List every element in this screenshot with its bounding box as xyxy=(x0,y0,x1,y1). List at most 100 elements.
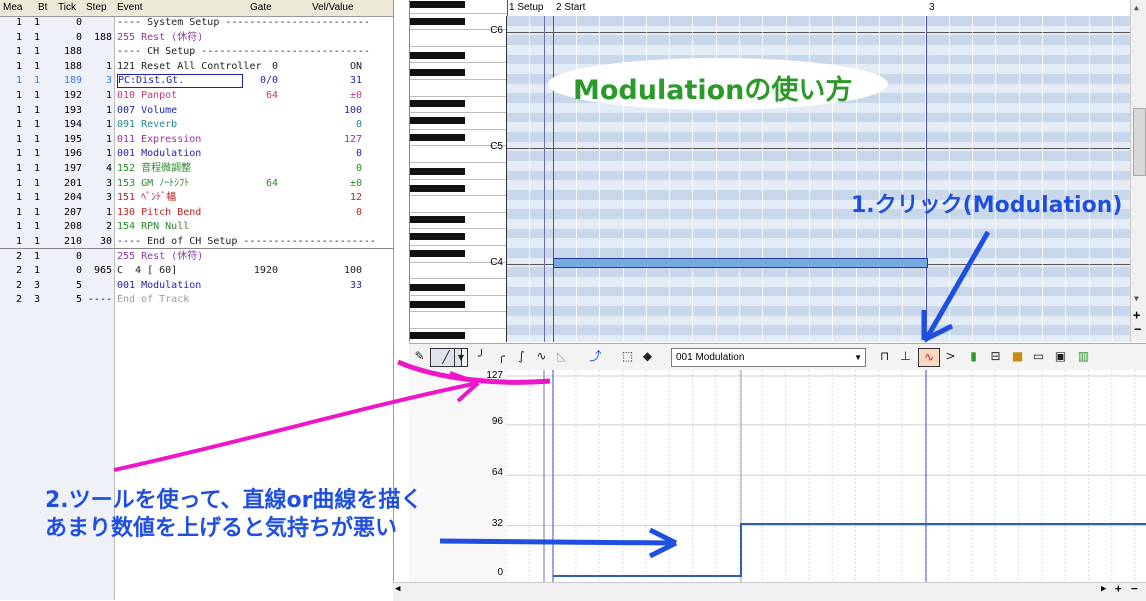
horizontal-scrollbar[interactable]: ◀ ▶ + − xyxy=(393,582,1146,601)
greater-icon[interactable]: > xyxy=(942,348,959,365)
gradient-icon[interactable]: ◺ xyxy=(553,348,570,365)
wave-panel-icon[interactable]: ▣ xyxy=(1052,348,1069,365)
meter-icon[interactable]: ▮ xyxy=(965,348,982,365)
black-key[interactable] xyxy=(410,284,465,291)
zoom-in-icon[interactable]: + xyxy=(1133,308,1140,322)
zoom-out-icon[interactable]: − xyxy=(1134,322,1141,336)
level-icon[interactable]: ▥ xyxy=(1075,348,1092,365)
event-cell-vel: 100 xyxy=(343,265,362,277)
event-cell-bt: 1 xyxy=(33,163,40,174)
measure-separator xyxy=(0,248,393,249)
grid-icon[interactable]: ⊟ xyxy=(987,348,1004,365)
curve1-icon[interactable]: ╯ xyxy=(473,348,490,365)
connect-icon[interactable]: ⤴ xyxy=(587,348,604,365)
piano-keyboard[interactable]: C6 C5 C4 xyxy=(409,0,508,342)
event-row[interactable]: 1 1 195 1 011 Expression 127 xyxy=(0,133,393,148)
beat-line xyxy=(972,16,973,342)
modulation-curve xyxy=(553,523,1146,577)
event-cell-tick: 208 xyxy=(63,221,82,233)
event-row[interactable]: 1 1 201 3 153 GM ﾉｰﾄｼﾌﾄ 64 ±0 xyxy=(0,177,393,192)
event-row[interactable]: 1 1 192 1 010 Panpot 64 ±0 xyxy=(0,89,393,104)
beat-line xyxy=(529,16,531,342)
black-key[interactable] xyxy=(410,134,465,141)
scroll-up-icon[interactable]: ▲ xyxy=(1134,3,1139,12)
event-row[interactable]: 1 1 207 1 130 Pitch Bend 0 xyxy=(0,206,393,221)
white-key-line xyxy=(410,211,507,213)
black-key[interactable] xyxy=(410,250,465,257)
zoom-out-h-icon[interactable]: − xyxy=(1131,582,1138,595)
event-row[interactable]: 1 1 208 2 154 RPN Null xyxy=(0,220,393,235)
event-row[interactable]: 1 1 204 3 151 ﾍﾞﾝﾄﾞ幅 12 xyxy=(0,191,393,206)
curve2-icon[interactable]: ╭ xyxy=(493,348,510,365)
curve3-icon[interactable]: ∫ xyxy=(513,348,530,365)
event-row[interactable]: 1 1 188 ---- CH Setup ---------------------… xyxy=(0,45,393,60)
black-key[interactable] xyxy=(410,233,465,240)
scroll-left-icon[interactable]: ◀ xyxy=(395,584,400,594)
event-row[interactable]: 1 1 193 1 007 Volume 100 xyxy=(0,104,393,119)
event-cell-mea: 2 xyxy=(15,294,22,306)
event-cell-mea: 1 xyxy=(15,104,22,116)
measure-ruler[interactable]: 1 Setup 2 Start 3 xyxy=(506,0,1130,17)
black-key[interactable] xyxy=(410,18,465,25)
scroll-thumb[interactable] xyxy=(1133,108,1146,176)
ruler-mark-start: 2 Start xyxy=(556,2,586,13)
pencil-icon[interactable]: ✎ xyxy=(411,348,428,365)
event-row[interactable]: 2 3 5 ---- End of Track xyxy=(0,293,393,308)
eraser-icon[interactable]: ◆ xyxy=(639,348,656,365)
note-c4[interactable] xyxy=(553,258,928,268)
event-cell-bt: 1 xyxy=(33,148,40,160)
white-key-line xyxy=(410,311,507,313)
header-vel: Vel/Value xyxy=(312,2,354,13)
event-cell-event: 091 Reverb xyxy=(117,119,178,131)
event-row[interactable]: 1 1 188 1 121 Reset All Controller 0 ON xyxy=(0,60,393,75)
controller-graph[interactable] xyxy=(506,370,1146,582)
black-key[interactable] xyxy=(410,52,465,59)
event-cell-vel: ±0 xyxy=(349,177,362,189)
event-row[interactable]: 1 1 197 4 152 音程微調整 0 xyxy=(0,162,393,177)
black-key[interactable] xyxy=(410,168,465,175)
event-cell-vel: 0 xyxy=(355,119,362,131)
event-cell-event: 130 Pitch Bend xyxy=(117,206,202,218)
event-row[interactable]: 1 1 189 3 PC:Dist.Gt. 0/0 31 xyxy=(0,74,393,89)
event-row[interactable]: 2 1 0 965 C 4 [ 60] 1920 100 xyxy=(0,264,393,279)
event-cell-event: 152 音程微調整 xyxy=(117,163,192,174)
event-cell-mea: 2 xyxy=(15,279,22,291)
dropdown-arrow-icon[interactable]: ▼ xyxy=(454,348,468,367)
black-key[interactable] xyxy=(410,1,465,8)
black-key[interactable] xyxy=(410,301,465,308)
scroll-down-icon[interactable]: ▼ xyxy=(1134,294,1139,303)
event-cell-step: 3 xyxy=(105,75,112,87)
black-key[interactable] xyxy=(410,332,465,339)
white-key-line xyxy=(410,112,507,114)
zoom-in-h-icon[interactable]: + xyxy=(1115,582,1122,595)
event-cell-event: 011 Expression xyxy=(117,133,202,145)
vertical-scrollbar[interactable]: ▲ ▼ + − xyxy=(1130,0,1146,342)
scroll-right-icon[interactable]: ▶ xyxy=(1101,584,1106,594)
select-rect-icon[interactable]: ⬚ xyxy=(619,348,636,365)
wave-icon[interactable]: ∿ xyxy=(533,348,550,365)
controller-select[interactable]: 001 Modulation ▼ xyxy=(671,348,866,367)
black-key[interactable] xyxy=(410,117,465,124)
event-row[interactable]: 1 1 0 ---- System Setup -------------------… xyxy=(0,16,393,31)
event-cell-event: 001 Modulation xyxy=(117,279,202,291)
event-cell-bt: 3 xyxy=(33,279,40,291)
stamp-icon[interactable]: ⊥ xyxy=(897,348,914,365)
event-row[interactable]: 2 3 5 001 Modulation 33 xyxy=(0,279,393,294)
lock-icon[interactable]: ■ xyxy=(1009,348,1026,365)
black-key[interactable] xyxy=(410,185,465,192)
black-key[interactable] xyxy=(410,69,465,76)
header-event: Event xyxy=(117,2,143,13)
event-cell-mea: 1 xyxy=(15,31,22,43)
black-key[interactable] xyxy=(410,100,465,107)
event-cell-mea: 1 xyxy=(15,206,22,218)
octave-label-c6: C6 xyxy=(490,25,503,36)
header-tick: Tick xyxy=(58,2,76,13)
panel-icon[interactable]: ▭ xyxy=(1030,348,1047,365)
black-key[interactable] xyxy=(410,216,465,223)
event-row[interactable]: 1 1 194 1 091 Reverb 0 xyxy=(0,118,393,133)
event-row[interactable]: 1 1 0 188 255 Rest (休符) xyxy=(0,31,393,46)
bar-icon[interactable]: ⊓ xyxy=(876,348,893,365)
modulation-view-icon[interactable]: ∿ xyxy=(918,348,940,367)
event-row[interactable]: 2 1 0 255 Rest (休符) xyxy=(0,250,393,265)
event-row[interactable]: 1 1 196 1 001 Modulation 0 xyxy=(0,147,393,162)
